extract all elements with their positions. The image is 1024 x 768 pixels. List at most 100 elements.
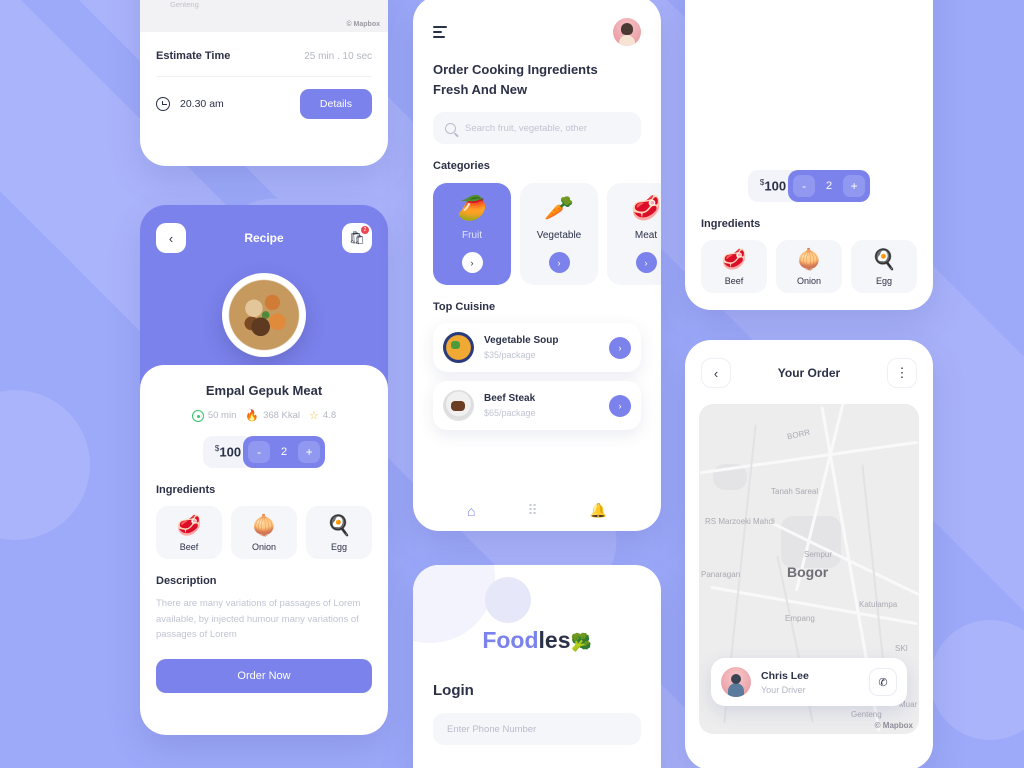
search-bar[interactable] [433,112,641,145]
chevron-right-icon[interactable]: › [548,252,570,274]
map-label-borr: BORR [786,427,811,442]
vegetable-icon: 🥕 [544,195,574,223]
ingredient-label: Beef [179,542,199,552]
map-label-katulampa: Katulampa [859,600,898,609]
quantity-value: 2 [281,446,288,458]
hamburger-icon[interactable] [433,26,449,38]
heading-line-2: Fresh And New [433,82,528,98]
quantity-increase-button[interactable]: + [298,441,321,463]
list-item[interactable]: Beef Steak $65/package › [433,381,641,431]
quantity-decrease-button[interactable]: - [248,441,271,463]
stat-duration: 50 min [191,409,237,422]
divider [156,76,372,77]
description-title: Description [156,575,217,587]
deco-blob [930,620,1024,740]
shopping-bag-icon[interactable]: 🛍 2 [342,223,372,253]
recipe-header: ‹ Recipe 🛍 2 [140,205,388,253]
deco-blob [0,390,90,540]
map-label-panaragan: Panaragan [701,570,741,579]
ingredient-label: Egg [330,542,347,552]
phone-icon[interactable]: ✆ [869,668,897,696]
ingredient-item-onion[interactable]: 🧅 Onion [776,240,842,293]
home-topbar [413,0,661,46]
quantity-decrease-button[interactable]: - [793,175,816,197]
back-button[interactable]: ‹ [701,358,731,388]
page-title: Recipe [244,231,284,245]
ingredient-label: Beef [724,276,744,286]
ingredient-item-egg[interactable]: 🍳 Egg [306,506,372,559]
recipe-card: ‹ Recipe 🛍 2 Empal Gepuk Meat 50 min 🔥 3… [140,205,388,735]
estimate-time-row: 20.30 am Details [156,89,372,119]
order-now-button[interactable]: Order Now [156,659,372,694]
more-vertical-icon[interactable]: ⋮ [887,358,917,388]
ingredient-item-egg[interactable]: 🍳 Egg [851,240,917,293]
category-item-fruit[interactable]: 🥭 Fruit › [433,183,511,286]
chevron-right-icon[interactable]: › [609,394,631,417]
categories-label: Categories [433,160,490,173]
details-button[interactable]: Details [299,89,372,119]
egg-icon: 🍳 [871,249,897,271]
ingredients-list: 🥩 Beef 🧅 Onion 🍳 Egg [701,240,917,293]
dish-image [222,273,306,357]
your-order-card: ‹ Your Order ⋮ BORR Tanah Sareal RS Marz… [685,340,933,768]
cuisine-price: $35/package [484,350,536,361]
nav-grid-icon[interactable]: ⠿ [527,502,537,519]
category-item-meat[interactable]: 🥩 Meat › [607,183,661,286]
mapbox-attribution: © Mapbox [346,21,380,28]
map-label-rs: RS Marzoeki Mahdi [705,517,775,526]
cart-badge: 2 [361,226,369,234]
map-preview[interactable]: Genteng Muar © Mapbox Your Driver ✆ [140,0,388,32]
description-title: Description [701,309,917,310]
star-icon: ☆ [309,410,319,422]
top-cuisine-label: Top Cuisine [433,301,496,314]
logo-text-primary: Food [482,627,539,653]
search-input[interactable] [465,122,629,134]
phone-field[interactable] [433,713,641,745]
detail-spacer [701,0,917,156]
ingredient-item-beef[interactable]: 🥩 Beef [701,240,767,293]
map-label-bogor: Bogor [787,564,829,580]
login-title: Login [433,682,474,699]
app-logo: Foodles🥦 [413,627,661,654]
cuisine-info: Vegetable Soup $35/package [484,335,558,360]
quantity-increase-button[interactable]: + [843,175,866,197]
chevron-right-icon[interactable]: › [635,252,657,274]
categories-list: 🥭 Fruit › 🥕 Vegetable › 🥩 Meat › [413,183,661,286]
driver-card[interactable]: Chris Lee Your Driver ✆ [711,658,907,706]
quantity-stepper: - 2 + [788,170,871,202]
logo-text-secondary: les [538,627,571,653]
cuisine-price: $65/package [484,408,536,419]
phone-input[interactable] [447,723,627,735]
page-title: Your Order [777,366,841,380]
ingredient-item-beef[interactable]: 🥩 Beef [156,506,222,559]
quantity-stepper: - 2 + [243,436,326,468]
quantity-value: 2 [826,180,833,192]
nav-bell-icon[interactable]: 🔔 [590,502,607,519]
estimate-row: Estimate Time 25 min . 10 sec [156,50,372,62]
cuisine-thumbnail [443,332,474,364]
price-value: 100 [219,444,242,460]
beef-icon: 🥩 [176,515,202,537]
nav-home-icon[interactable]: ⌂ [467,503,475,519]
user-avatar[interactable] [613,18,641,46]
estimate-body: Estimate Time 25 min . 10 sec 20.30 am D… [140,32,388,133]
category-item-vegetable[interactable]: 🥕 Vegetable › [520,183,598,286]
recipe-stats: 50 min 🔥 368 Kkal ☆ 4.8 [156,409,372,422]
list-item[interactable]: Vegetable Soup $35/package › [433,323,641,373]
chevron-right-icon[interactable]: › [609,336,631,359]
avatar [721,667,751,697]
description-text: There are many variations of passages of… [156,598,361,641]
chevron-right-icon[interactable]: › [461,252,483,274]
category-label: Fruit [462,230,482,242]
back-button[interactable]: ‹ [156,223,186,253]
cuisine-name: Vegetable Soup [484,335,559,347]
flame-icon: 🔥 [245,410,260,422]
broccoli-icon: 🥦 [570,633,592,652]
category-label: Meat [634,230,658,242]
ingredient-label: Onion [251,542,277,552]
stat-value: 50 min [207,410,237,421]
map-view[interactable]: BORR Tanah Sareal RS Marzoeki Mahdi Semp… [699,404,919,734]
ingredient-item-onion[interactable]: 🧅 Onion [231,506,297,559]
estimate-time-card: Genteng Muar © Mapbox Your Driver ✆ Esti… [140,0,388,166]
bottom-navigation: ⌂ ⠿ 🔔 [413,502,661,519]
